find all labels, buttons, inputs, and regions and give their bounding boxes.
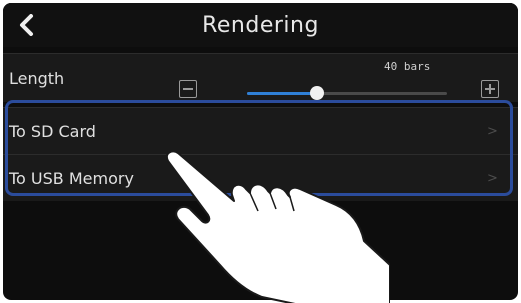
chevron-left-icon	[20, 14, 33, 36]
to-sd-card-label: To SD Card	[9, 121, 96, 141]
back-button[interactable]	[13, 11, 41, 39]
chevron-right-icon: >	[487, 170, 498, 186]
to-sd-card-row[interactable]: To SD Card >	[3, 107, 518, 154]
increase-button[interactable]	[481, 80, 499, 98]
decrease-button[interactable]	[179, 80, 197, 98]
slider-fill	[247, 92, 317, 95]
length-value: 40 bars	[384, 60, 431, 73]
chevron-right-icon: >	[487, 123, 498, 139]
to-usb-memory-row[interactable]: To USB Memory >	[3, 154, 518, 201]
device-screen: Rendering Length 40 bars To SD Card > To…	[3, 3, 518, 300]
length-setting-row: Length 40 bars	[3, 53, 518, 102]
minus-box-icon	[183, 88, 193, 90]
to-usb-memory-label: To USB Memory	[9, 168, 134, 188]
length-label: Length	[9, 68, 65, 88]
header-bar: Rendering	[3, 3, 518, 47]
page-title: Rendering	[202, 12, 319, 38]
length-slider[interactable]: 40 bars	[179, 54, 499, 102]
slider-knob[interactable]	[310, 86, 324, 100]
